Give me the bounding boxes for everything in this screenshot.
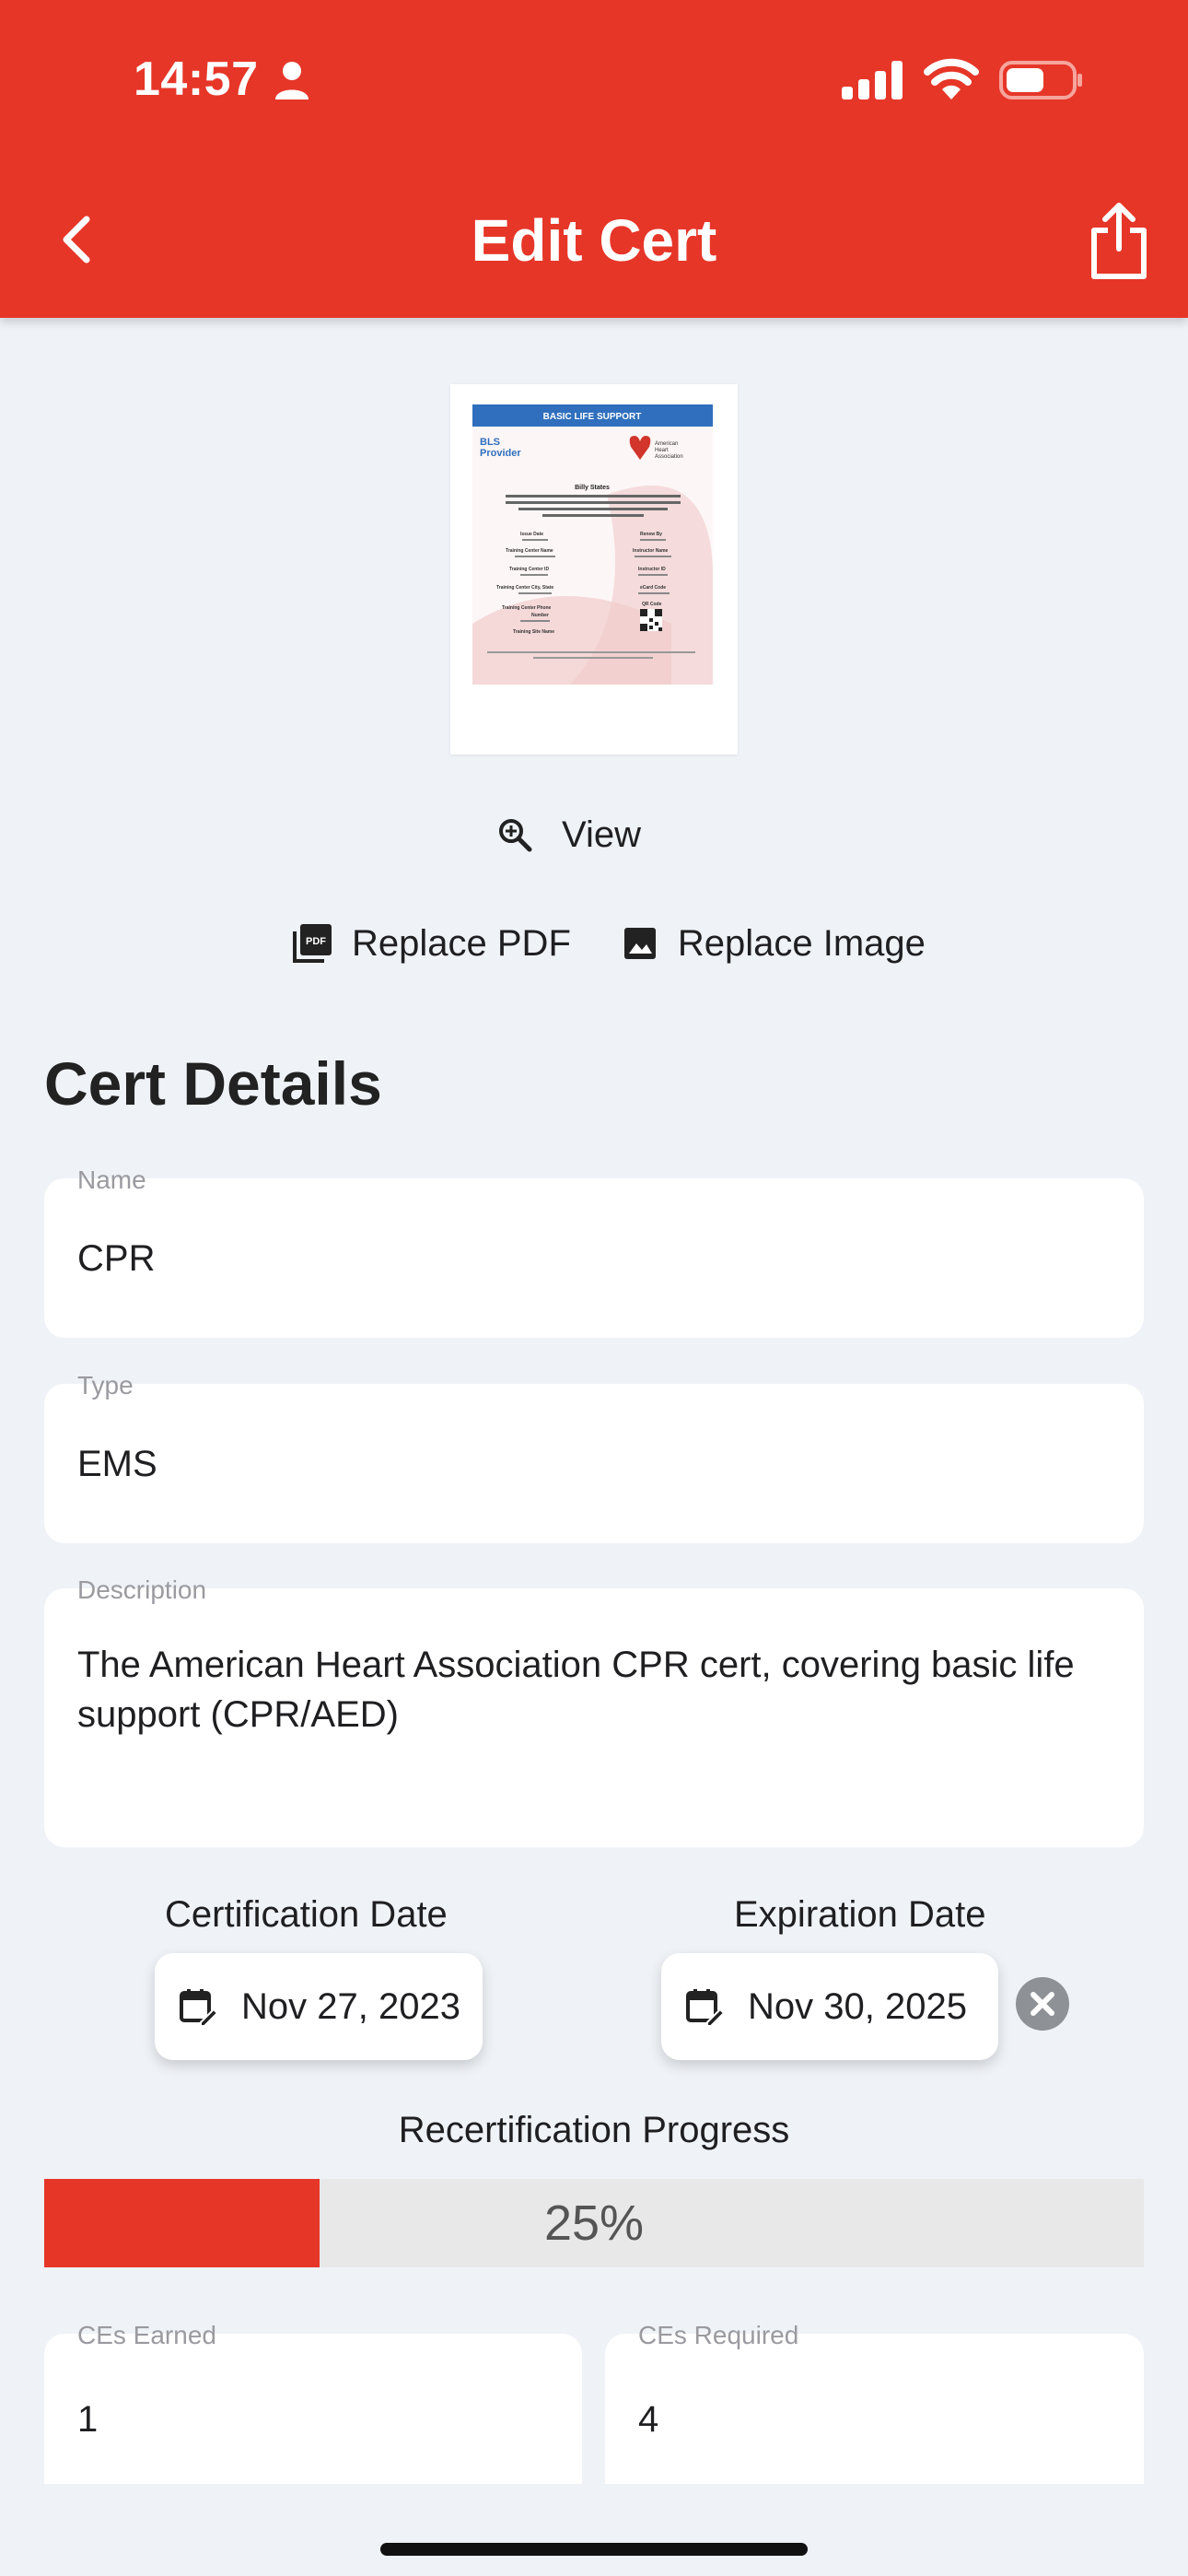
- status-time: 14:57: [134, 53, 259, 106]
- section-title: Cert Details: [44, 1049, 382, 1118]
- ces-required-field[interactable]: CEs Required 4: [605, 2321, 1144, 2484]
- svg-text:Training Center ID: Training Center ID: [509, 567, 549, 572]
- app-header: 14:57 Edit Cert: [0, 0, 1188, 318]
- certification-date-value: Nov 27, 2023: [241, 1985, 460, 2027]
- type-field-label: Type: [77, 1371, 134, 1399]
- qr-code-icon: [640, 609, 662, 631]
- clear-expiration-icon[interactable]: [1015, 1976, 1070, 2032]
- svg-text:Association: Association: [655, 454, 683, 460]
- svg-text:QR Code: QR Code: [642, 602, 662, 607]
- expiration-date-value: Nov 30, 2025: [748, 1985, 967, 2027]
- svg-text:Issue Date: Issue Date: [520, 532, 543, 537]
- recertification-progress-label: Recertification Progress: [398, 2110, 790, 2150]
- certification-date-button[interactable]: Nov 27, 2023: [155, 1953, 483, 2060]
- description-field[interactable]: Description The American Heart Associati…: [44, 1575, 1144, 1847]
- doc-banner: BASIC LIFE SUPPORT: [543, 412, 642, 422]
- ces-required-value[interactable]: 4: [638, 2395, 658, 2444]
- pdf-icon: PDF: [293, 924, 332, 963]
- svg-text:Instructor ID: Instructor ID: [638, 567, 666, 572]
- ces-earned-field[interactable]: CEs Earned 1: [44, 2321, 582, 2484]
- recertification-progress-bar: 25%: [44, 2179, 1144, 2267]
- calendar-edit-icon: [686, 1989, 724, 2026]
- cert-preview-thumbnail[interactable]: BASIC LIFE SUPPORT BLS Provider American…: [450, 384, 738, 755]
- svg-text:American: American: [655, 441, 678, 447]
- type-field-value[interactable]: EMS: [77, 1439, 157, 1489]
- svg-text:Training Center Phone: Training Center Phone: [502, 605, 552, 611]
- calendar-edit-icon: [180, 1989, 217, 2026]
- page-title: Edit Cert: [471, 207, 717, 274]
- share-icon[interactable]: [1087, 199, 1151, 282]
- expiration-date-label: Expiration Date: [734, 1894, 986, 1935]
- svg-text:PDF: PDF: [306, 936, 326, 947]
- name-field-value[interactable]: CPR: [77, 1234, 155, 1283]
- svg-text:Heart: Heart: [655, 448, 669, 453]
- svg-text:Number: Number: [531, 613, 549, 618]
- svg-text:eCard Code: eCard Code: [640, 585, 666, 591]
- replace-image-button[interactable]: Replace Image: [623, 923, 926, 965]
- svg-text:Instructor Name: Instructor Name: [633, 548, 669, 554]
- replace-pdf-label: Replace PDF: [352, 922, 571, 964]
- view-button[interactable]: View: [497, 807, 641, 862]
- svg-text:Training Site Name: Training Site Name: [513, 629, 554, 635]
- description-field-value[interactable]: The American Heart Association CPR cert,…: [77, 1640, 1089, 1739]
- cellular-signal-icon: [842, 61, 903, 100]
- zoom-in-icon: [499, 819, 532, 852]
- description-field-label: Description: [77, 1575, 207, 1604]
- progress-percent: 25%: [543, 2195, 645, 2251]
- certification-date-label: Certification Date: [165, 1894, 448, 1935]
- cert-document-image: BASIC LIFE SUPPORT BLS Provider American…: [472, 404, 713, 685]
- home-indicator: [380, 2543, 808, 2556]
- svg-text:Provider: Provider: [480, 448, 521, 459]
- battery-icon: [999, 61, 1082, 100]
- type-field[interactable]: Type EMS: [44, 1371, 1144, 1543]
- replace-image-label: Replace Image: [677, 922, 926, 964]
- expiration-date-button[interactable]: Nov 30, 2025: [661, 1953, 998, 2060]
- person-icon: [275, 62, 309, 100]
- wifi-icon: [924, 58, 979, 100]
- image-icon: [623, 928, 656, 959]
- svg-text:Training Center City, State: Training Center City, State: [496, 585, 553, 591]
- ces-earned-value[interactable]: 1: [77, 2395, 98, 2444]
- name-field-label: Name: [77, 1165, 146, 1194]
- replace-actions: PDF Replace PDF Replace Image: [293, 916, 926, 971]
- svg-text:BLS: BLS: [480, 437, 500, 448]
- name-field[interactable]: Name CPR: [44, 1165, 1144, 1338]
- svg-text:Training Center Name: Training Center Name: [506, 548, 553, 554]
- replace-pdf-button[interactable]: PDF Replace PDF: [293, 923, 571, 965]
- view-label: View: [562, 814, 641, 855]
- svg-text:Billy States: Billy States: [575, 485, 610, 491]
- ces-earned-label: CEs Earned: [77, 2321, 216, 2349]
- ces-required-label: CEs Required: [638, 2321, 799, 2349]
- svg-text:Renew By: Renew By: [640, 532, 662, 537]
